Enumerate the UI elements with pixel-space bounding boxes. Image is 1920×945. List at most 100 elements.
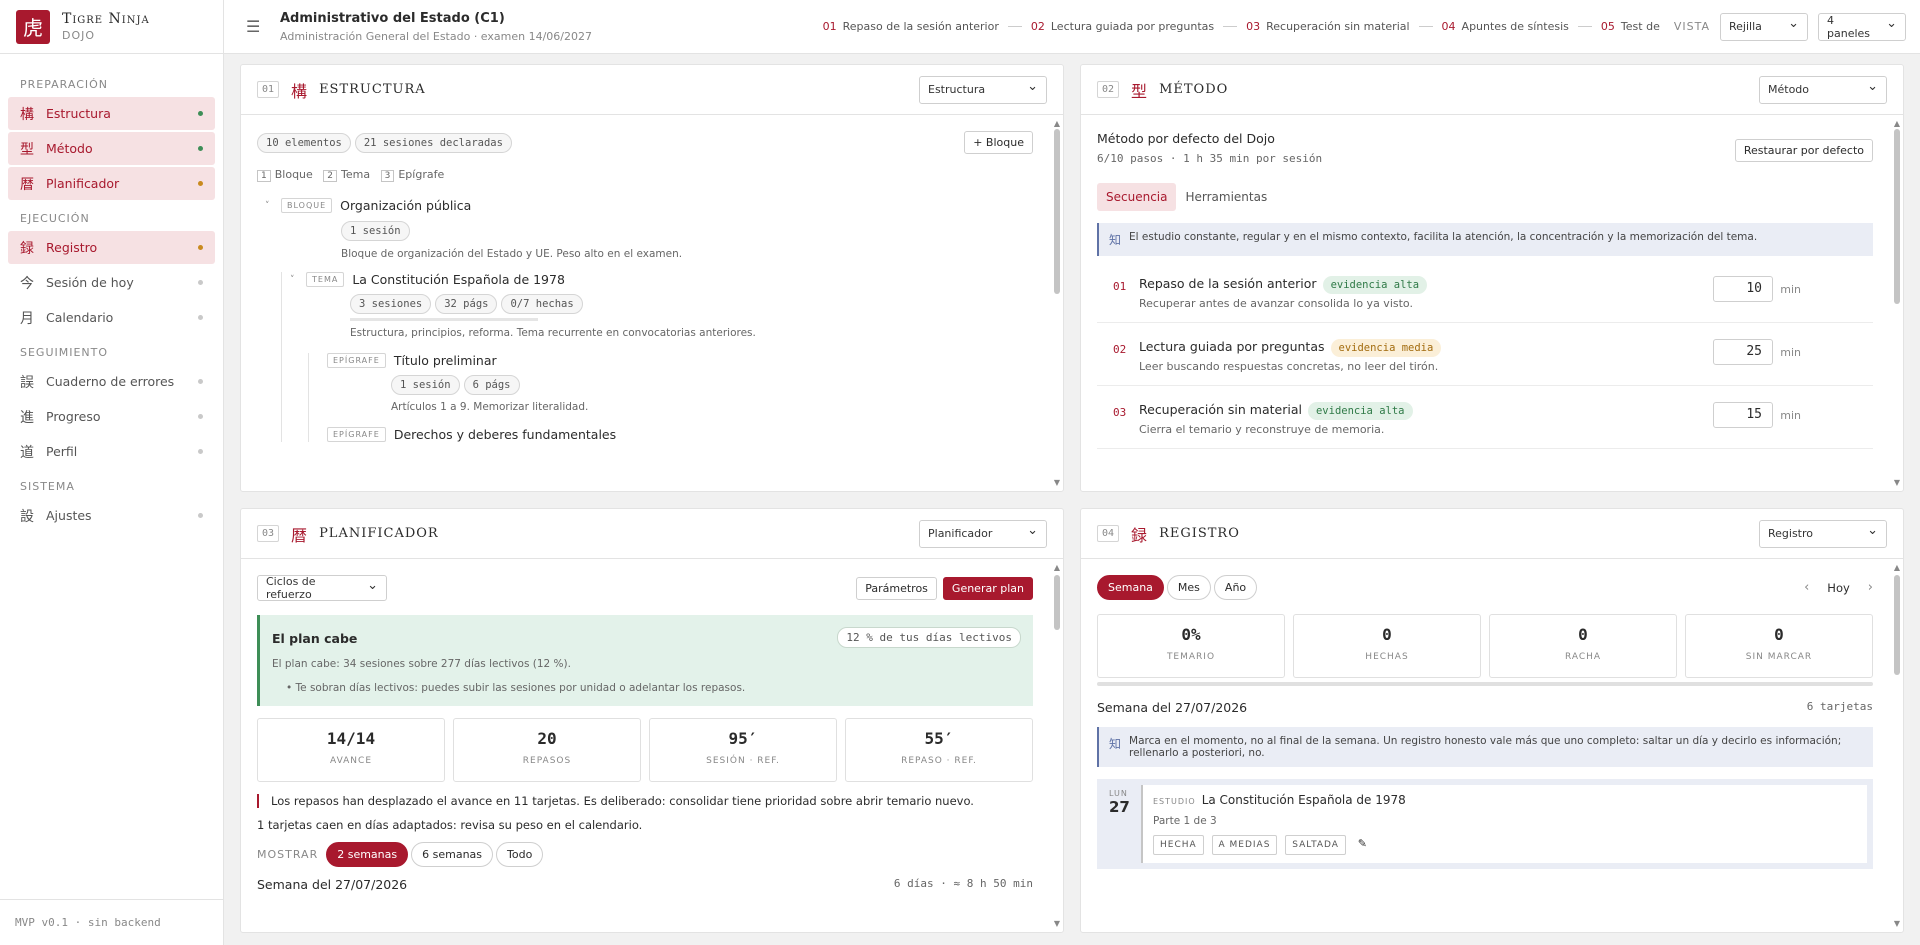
status-dot (198, 181, 203, 186)
tab-herramientas[interactable]: Herramientas (1176, 183, 1276, 211)
method-step[interactable]: 04 Apuntes de síntesis (1442, 20, 1569, 33)
session-card[interactable]: ESTUDIO La Constitución Española de 1978 … (1141, 785, 1867, 863)
panel-number: 03 (257, 525, 280, 542)
scrollbar[interactable]: ▲ ▼ (1053, 563, 1061, 928)
method-step-row[interactable]: 02 Lectura guiada por preguntas evidencia… (1097, 323, 1873, 386)
panels-select[interactable]: 4 paneles (1818, 12, 1906, 41)
tree-tema[interactable]: ˅ TEMA La Constitución Española de 1978 3 … (281, 272, 1047, 442)
hamburger-menu-icon[interactable]: ☰ (246, 17, 280, 36)
stat-label: SESIÓN · REF. (706, 756, 780, 766)
sidebar-item-ajustes[interactable]: 設 Ajustes (8, 499, 215, 532)
stat-value: 0% (1181, 625, 1201, 644)
progreso-kanji-icon: 進 (20, 409, 34, 426)
method-step-row[interactable]: 01 Repaso de la sesión anterior evidencia… (1097, 260, 1873, 323)
step-label: Recuperación sin material (1266, 20, 1410, 33)
panel-title: ESTRUCTURA (319, 82, 426, 97)
tiger-logo-icon: 虎 (16, 9, 50, 44)
method-step[interactable]: 02 Lectura guiada por preguntas (1031, 20, 1214, 33)
step-number: 01 (822, 20, 837, 33)
minutes-input[interactable]: 15 (1713, 402, 1773, 428)
collapse-toggle-icon[interactable]: ˅ (290, 275, 306, 285)
parameters-button[interactable]: Parámetros (856, 576, 937, 600)
panel-view-select[interactable]: Estructura (919, 75, 1047, 104)
mark-skipped-button[interactable]: SALTADA (1285, 835, 1346, 855)
today-button[interactable]: Hoy (1827, 581, 1850, 595)
sidebar-item-perfil[interactable]: 道 Perfil (8, 435, 215, 468)
sidebar-item-label: Registro (46, 240, 98, 255)
level-legend: 1 Bloque 2 Tema 3 Epígrafe (257, 168, 1047, 182)
sidebar-item-label: Cuaderno de errores (46, 374, 175, 389)
registro-kanji-icon: 録 (20, 240, 34, 257)
add-block-button[interactable]: + Bloque (964, 131, 1033, 154)
registro-kanji-icon: 録 (1131, 525, 1148, 545)
status-dot (198, 146, 203, 151)
stat-card: 0 SIN MARCAR (1685, 614, 1873, 678)
next-arrow-icon[interactable]: › (1868, 580, 1873, 595)
show-all-pill[interactable]: Todo (496, 842, 544, 867)
vista-label: VISTA (1673, 20, 1710, 33)
method-info-note: 知 El estudio constante, regular y en el m… (1097, 223, 1873, 256)
sidebar-item-metodo[interactable]: 型 Método (8, 132, 215, 165)
tree-item-desc: Bloque de organización del Estado y UE. … (341, 248, 683, 260)
method-step-row[interactable]: 03 Recuperación sin material evidencia al… (1097, 386, 1873, 449)
sidebar-item-progreso[interactable]: 進 Progreso (8, 400, 215, 433)
range-month-pill[interactable]: Mes (1166, 575, 1211, 600)
minutes-input[interactable]: 25 (1713, 339, 1773, 365)
minutes-unit: min (1780, 283, 1801, 296)
panel-view-select[interactable]: Registro (1759, 519, 1887, 548)
legend-label: Bloque (274, 168, 313, 181)
step-title: Recuperación sin material (1139, 402, 1302, 417)
status-dot (198, 315, 203, 320)
tree-block[interactable]: ˅ BLOQUE Organización pública 1 sesión Blo… (257, 198, 1047, 260)
step-label: Lectura guiada por preguntas (1050, 20, 1215, 33)
method-step[interactable]: 01 Repaso de la sesión anterior (823, 20, 999, 33)
panel-number: 01 (257, 81, 280, 98)
method-step[interactable]: 05 Test de (1601, 20, 1660, 33)
step-desc: Leer buscando respuestas concretas, no l… (1139, 360, 1439, 373)
sidebar-item-registro[interactable]: 録 Registro (8, 231, 215, 264)
show-2-weeks-pill[interactable]: 2 semanas (326, 842, 409, 867)
panel-view-select[interactable]: Método (1759, 75, 1887, 104)
range-week-pill[interactable]: Semana (1097, 575, 1164, 600)
vista-select[interactable]: Rejilla (1720, 12, 1808, 41)
level-tag: TEMA (306, 272, 345, 287)
prev-arrow-icon[interactable]: ‹ (1804, 580, 1809, 595)
tab-secuencia[interactable]: Secuencia (1097, 183, 1177, 211)
generate-plan-button[interactable]: Generar plan (942, 576, 1033, 600)
sidebar-item-planificador[interactable]: 暦 Planificador (8, 167, 215, 200)
mark-partial-button[interactable]: A MEDIAS (1211, 835, 1278, 855)
plan-usage-badge: 12 % de tus días lectivos (837, 627, 1021, 648)
topbar: ☰ Administrativo del Estado (C1) Adminis… (224, 0, 1920, 54)
nav-section-title: PREPARACIÓN (20, 78, 109, 91)
brand[interactable]: 虎 Tigre Ninja DOJO (0, 0, 223, 54)
mark-done-button[interactable]: HECHA (1153, 835, 1204, 855)
sidebar-item-calendario[interactable]: 月 Calendario (8, 301, 215, 334)
collapse-toggle-icon[interactable]: ˅ (265, 201, 281, 211)
scrollbar[interactable]: ▲ ▼ (1053, 119, 1061, 487)
panel-view-select[interactable]: Planificador (919, 519, 1047, 548)
tree-item-desc: Estructura, principios, reforma. Tema re… (350, 327, 756, 339)
status-dot (198, 111, 203, 116)
stat-value: 0 (1382, 625, 1392, 644)
minutes-input[interactable]: 10 (1713, 276, 1773, 302)
edit-pencil-icon[interactable]: ✎ (1358, 837, 1367, 850)
range-year-pill[interactable]: Año (1213, 575, 1258, 600)
show-6-weeks-pill[interactable]: 6 semanas (411, 842, 494, 867)
stat-label: REPASOS (522, 756, 572, 766)
sidebar-item-sesion-de-hoy[interactable]: 今 Sesión de hoy (8, 266, 215, 299)
sidebar-item-estructura[interactable]: 構 Estructura (8, 97, 215, 130)
plan-mode-select[interactable]: Ciclos de refuerzo (257, 575, 387, 601)
sidebar-item-label: Planificador (46, 176, 120, 191)
sidebar-item-cuaderno-de-errores[interactable]: 誤 Cuaderno de errores (8, 365, 215, 398)
scrollbar[interactable]: ▲ ▼ (1893, 119, 1901, 487)
method-step[interactable]: 03 Recuperación sin material (1246, 20, 1409, 33)
scrollbar[interactable]: ▲ ▼ (1893, 563, 1901, 928)
metodo-body: Método por defecto del Dojo 6/10 pasos ·… (1081, 115, 1903, 491)
plan-warning-note: Los repasos han desplazado el avance en … (257, 794, 1033, 808)
step-label: Apuntes de síntesis (1461, 20, 1569, 33)
week-meta: 6 tarjetas (1806, 700, 1873, 713)
day-number: 27 (1109, 798, 1130, 816)
tree-epigrafe[interactable]: EPÍGRAFE Título preliminar 1 sesión 6 págs… (308, 353, 1047, 442)
restore-default-button[interactable]: Restaurar por defecto (1734, 139, 1873, 162)
panel-title: PLANIFICADOR (319, 526, 439, 541)
